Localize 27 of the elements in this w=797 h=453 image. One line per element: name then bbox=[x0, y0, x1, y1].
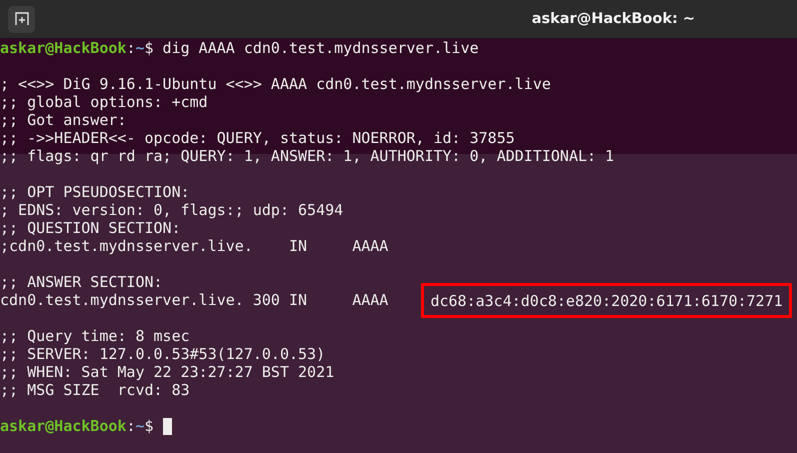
output-line: ;; QUESTION SECTION: bbox=[0, 219, 181, 237]
output-line: ;; WHEN: Sat May 22 23:27:27 BST 2021 bbox=[0, 363, 334, 381]
new-tab-icon bbox=[14, 12, 28, 26]
prompt-separator: : bbox=[126, 39, 136, 57]
output-line: ;; global options: +cmd bbox=[0, 93, 208, 111]
output-line: ; <<>> DiG 9.16.1-Ubuntu <<>> AAAA cdn0.test.mydnsserver.live bbox=[0, 75, 551, 93]
command-text: $ bbox=[144, 417, 154, 435]
highlighted-address: dc68:a3c4:d0c8:e820:2020:6171:6170:7271 bbox=[424, 286, 789, 314]
output-line: ;; ANSWER SECTION: bbox=[0, 273, 163, 291]
output-line: ;; SERVER: 127.0.0.53#53(127.0.0.53) bbox=[0, 345, 326, 363]
command-text: $ dig AAAA cdn0.test.mydnsserver.live bbox=[144, 39, 479, 57]
output-line: ;; ->>HEADER<<- opcode: QUERY, status: NOERROR, id: 37855 bbox=[0, 129, 515, 147]
output-line: ;; Query time: 8 msec bbox=[0, 327, 190, 345]
prompt-separator: : bbox=[126, 417, 136, 435]
output-line: ;; Got answer: bbox=[0, 111, 126, 129]
output-line: ;; OPT PSEUDOSECTION: bbox=[0, 183, 190, 201]
output-line: ;; flags: qr rd ra; QUERY: 1, ANSWER: 1, AUTHORITY: 0, ADDITIONAL: 1 bbox=[0, 147, 614, 165]
prompt-user-host: askar@HackBook bbox=[0, 417, 126, 435]
window-title: askar@HackBook: ~ bbox=[532, 11, 695, 27]
prompt-path: ~ bbox=[135, 417, 144, 435]
output-line: cdn0.test.mydnsserver.live. 300 IN AAAA bbox=[0, 291, 390, 309]
prompt-user-host: askar@HackBook bbox=[0, 39, 126, 57]
output-line: ; EDNS: version: 0, flags:; udp: 65494 bbox=[0, 201, 344, 219]
prompt-path: ~ bbox=[135, 39, 144, 57]
new-tab-button[interactable] bbox=[8, 6, 35, 32]
output-line: ;cdn0.test.mydnsserver.live. IN AAAA bbox=[0, 237, 388, 255]
output-line: ;; MSG SIZE rcvd: 83 bbox=[0, 381, 190, 399]
